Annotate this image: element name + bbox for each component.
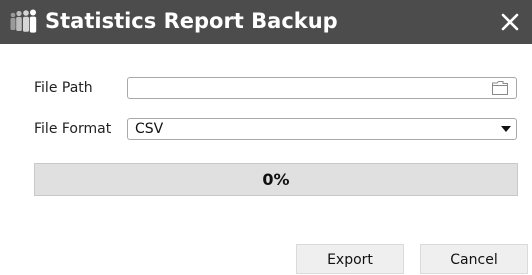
- file-path-input[interactable]: [127, 77, 517, 99]
- dialog-titlebar: Statistics Report Backup: [0, 0, 532, 44]
- export-progress-bar: 0%: [34, 163, 518, 196]
- folder-icon[interactable]: [491, 80, 509, 96]
- file-format-select[interactable]: CSV: [127, 118, 517, 140]
- file-format-label: File Format: [34, 121, 112, 137]
- chevron-down-icon: [501, 126, 511, 132]
- cancel-button[interactable]: Cancel: [420, 244, 528, 274]
- export-button[interactable]: Export: [296, 244, 404, 274]
- dialog-title: Statistics Report Backup: [45, 9, 338, 33]
- people-counting-icon: [8, 8, 38, 36]
- statistics-report-backup-dialog: Statistics Report Backup File Path File …: [0, 0, 532, 275]
- close-icon[interactable]: [496, 8, 524, 36]
- file-path-label: File Path: [34, 80, 93, 96]
- file-format-value: CSV: [135, 121, 164, 137]
- progress-percent: 0%: [262, 170, 290, 189]
